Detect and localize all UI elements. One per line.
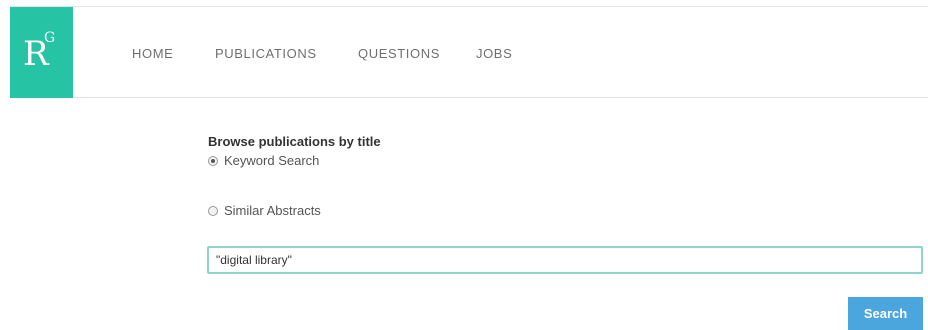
researchgate-logo[interactable]: R G (10, 7, 73, 98)
nav-publications[interactable]: PUBLICATIONS (215, 46, 317, 61)
search-input[interactable] (207, 246, 923, 274)
search-button[interactable]: Search (848, 297, 923, 330)
nav-home[interactable]: HOME (132, 46, 173, 61)
logo-superscript: G (44, 30, 56, 46)
keyword-search-radio[interactable] (208, 155, 218, 166)
nav-jobs[interactable]: JOBS (476, 46, 512, 61)
page: R G HOME PUBLICATIONS QUESTIONS JOBS Bro… (0, 0, 928, 330)
keyword-search-label[interactable]: Keyword Search (224, 153, 319, 168)
nav-questions[interactable]: QUESTIONS (358, 46, 440, 61)
similar-abstracts-option[interactable]: Similar Abstracts (208, 203, 321, 218)
browse-title: Browse publications by title (208, 134, 381, 149)
similar-abstracts-radio[interactable] (208, 205, 218, 216)
top-navigation-bar: R G HOME PUBLICATIONS QUESTIONS JOBS (10, 6, 928, 98)
similar-abstracts-label[interactable]: Similar Abstracts (224, 203, 321, 218)
keyword-search-option[interactable]: Keyword Search (208, 153, 319, 168)
